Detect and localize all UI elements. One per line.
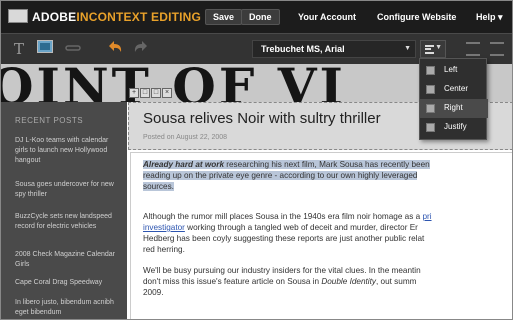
top-bar: ADOBEINCONTEXT EDITING Save Done Your Ac… (0, 0, 513, 33)
paragraph-2-line-2: investigator working through a tangled w… (143, 223, 418, 232)
post-body-editable[interactable]: Already hard at work researching his nex… (130, 152, 513, 320)
paragraph-1-line-3: sources. (143, 182, 174, 191)
sidebar-post-link[interactable]: Cape Coral Drag Speedway (15, 278, 115, 288)
sidebar-title: RECENT POSTS (15, 116, 84, 125)
paragraph-3-line-2: don't miss this issue's feature article … (143, 277, 417, 286)
link-icon[interactable] (64, 40, 82, 58)
chevron-down-icon: ▼ (435, 44, 442, 51)
paragraph-1-line-2: reading up on the private eye genre - ac… (143, 171, 418, 180)
align-center-icon (426, 85, 435, 94)
align-right-option[interactable]: Right (420, 99, 488, 118)
masthead-title: OINT OF VI (0, 64, 346, 102)
sidebar: RECENT POSTS DJ L-Koo teams with calenda… (0, 102, 127, 320)
configure-website-link[interactable]: Configure Website (377, 12, 456, 22)
region-edit-tools: + □ □ × (129, 88, 172, 100)
text-style-icon[interactable]: T (10, 40, 28, 58)
post-title[interactable]: Sousa relives Noir with sultry thriller (143, 110, 381, 127)
sidebar-post-link[interactable]: Sousa goes undercover for new spy thrill… (15, 180, 115, 200)
align-justify-icon (426, 123, 435, 132)
duplicate-icon[interactable]: □ (151, 88, 161, 98)
brand-part-adobe: ADOBE (32, 10, 77, 24)
private-investigator-link[interactable]: pri (422, 212, 431, 221)
image-icon[interactable] (36, 40, 54, 58)
adobe-logo-icon (8, 9, 28, 23)
sidebar-post-link[interactable]: 2008 Check Magazine Calendar Girls (15, 250, 115, 270)
double-identity-title: Double Identity (321, 277, 376, 286)
paragraph-3-line-1: We'll be busy pursuing our industry insi… (143, 266, 421, 275)
numbered-list-icon[interactable] (490, 42, 504, 56)
font-family-select[interactable]: Trebuchet MS, Arial ▼ (252, 40, 416, 58)
sidebar-post-link[interactable]: In libero justo, bibendum acnibh eget bi… (15, 298, 115, 318)
paragraph-2-line-1: Although the rumor mill places Sousa in … (143, 212, 432, 221)
delete-icon[interactable]: × (162, 88, 172, 98)
align-left-option[interactable]: Left (420, 61, 488, 80)
bulleted-list-icon[interactable] (466, 42, 480, 56)
alignment-menu: Left Center Right Justify (419, 58, 488, 140)
undo-icon[interactable] (106, 40, 124, 58)
align-center-option[interactable]: Center (420, 80, 488, 99)
help-menu[interactable]: Help ▾ (476, 12, 503, 23)
paragraph-2-line-4: red herring. (143, 245, 185, 254)
your-account-link[interactable]: Your Account (298, 12, 356, 22)
font-family-value: Trebuchet MS, Arial (261, 44, 345, 54)
align-right-icon (426, 104, 435, 113)
paragraph-2-line-3: Hedberg has been coyly suggesting these … (143, 234, 425, 243)
align-justify-option[interactable]: Justify (420, 118, 488, 137)
paragraph-1-line-1: Already hard at work researching his nex… (143, 160, 430, 169)
redo-icon[interactable] (132, 40, 150, 58)
brand-part-incontext: INCONTEXT EDITING (76, 10, 202, 24)
brand-title: ADOBEINCONTEXT EDITING (32, 10, 201, 24)
align-left-icon (426, 66, 435, 75)
move-icon[interactable]: + (129, 88, 139, 98)
sidebar-post-link[interactable]: BuzzCycle sets new landspeed record for … (15, 212, 115, 232)
paragraph-1-lead: Already hard at work (143, 160, 224, 169)
copy-icon[interactable]: □ (140, 88, 150, 98)
align-icon (425, 45, 434, 54)
save-button[interactable]: Save (205, 9, 243, 25)
done-button[interactable]: Done (241, 9, 280, 25)
alignment-button[interactable]: ▼ (420, 40, 446, 58)
post-date: Posted on August 22, 2008 (143, 134, 228, 141)
sidebar-post-link[interactable]: DJ L-Koo teams with calendar girls to la… (15, 136, 115, 166)
paragraph-3-line-3: 2009. (143, 288, 164, 297)
chevron-down-icon: ▼ (404, 45, 411, 52)
private-investigator-link[interactable]: investigator (143, 223, 185, 232)
